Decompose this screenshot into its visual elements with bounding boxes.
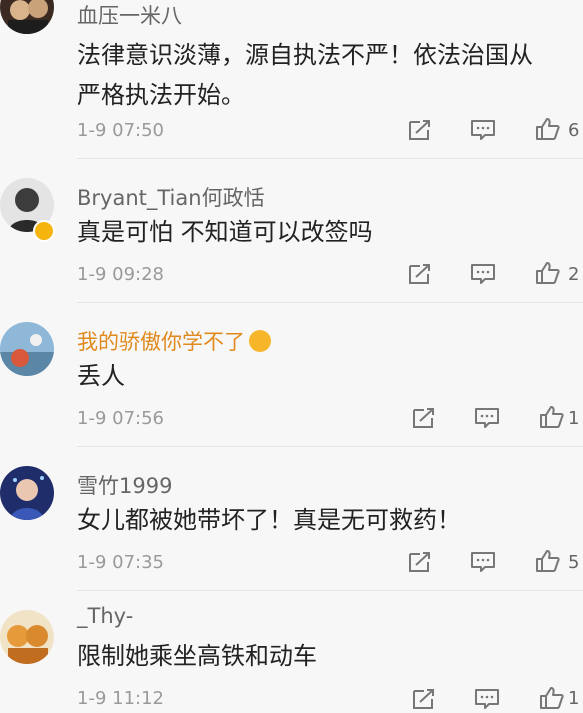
- comment-time: 1-9 07:35: [77, 552, 164, 573]
- share-icon[interactable]: [410, 687, 436, 711]
- comment-icon[interactable]: [470, 550, 496, 574]
- comment-username[interactable]: 我的骄傲你学不了: [77, 326, 271, 356]
- comment-text-line: 严格执法开始。: [77, 81, 245, 109]
- avatar[interactable]: [0, 466, 54, 520]
- like-count: 2: [568, 264, 580, 285]
- comment-username[interactable]: 雪竹1999: [77, 470, 172, 500]
- comment-icon[interactable]: [474, 406, 500, 430]
- share-icon[interactable]: [406, 550, 432, 574]
- comment-icon[interactable]: [474, 687, 500, 711]
- divider: [77, 158, 583, 159]
- emoji-face-icon: [249, 330, 271, 352]
- comment-text-line: 法律意识淡薄，源自执法不严！依法治国从: [77, 41, 533, 69]
- avatar[interactable]: [0, 322, 54, 376]
- divider: [77, 302, 583, 303]
- share-icon[interactable]: [406, 262, 432, 286]
- comment-username[interactable]: 血压一米八: [77, 0, 182, 30]
- thumbs-up-icon[interactable]: [539, 686, 565, 710]
- comment-text-line: 限制她乘坐高铁和动车: [77, 642, 317, 670]
- comment-text: 女儿都被她带坏了！真是无可救药！: [77, 500, 577, 540]
- avatar[interactable]: [0, 610, 54, 664]
- divider: [77, 590, 583, 591]
- comment-text-line: 真是可怕 不知道可以改签吗: [77, 218, 373, 246]
- comment-username-text: 我的骄傲你学不了: [77, 330, 245, 354]
- like-count: 1: [568, 408, 580, 429]
- comment-text-line: 丢人: [77, 362, 125, 390]
- comment-username[interactable]: Bryant_Tian何政恬: [77, 182, 265, 212]
- comment-text: 限制她乘坐高铁和动车: [77, 636, 577, 676]
- divider: [77, 446, 583, 447]
- comment-time: 1-9 07:56: [77, 408, 164, 429]
- comment-text: 法律意识淡薄，源自执法不严！依法治国从 严格执法开始。: [77, 35, 577, 115]
- thumbs-up-icon[interactable]: [539, 405, 565, 429]
- avatar[interactable]: [0, 0, 54, 34]
- comment-text: 丢人: [77, 356, 577, 396]
- share-icon[interactable]: [410, 406, 436, 430]
- like-count: 5: [568, 552, 580, 573]
- verified-badge-icon: [33, 220, 55, 242]
- comment-time: 1-9 11:12: [77, 688, 164, 709]
- comment-icon[interactable]: [470, 262, 496, 286]
- comment-username[interactable]: _Thy-: [77, 604, 133, 628]
- comment-text: 真是可怕 不知道可以改签吗: [77, 212, 577, 252]
- share-icon[interactable]: [406, 118, 432, 142]
- comment-time: 1-9 09:28: [77, 264, 164, 285]
- comment-icon[interactable]: [470, 118, 496, 142]
- thumbs-up-icon[interactable]: [535, 261, 561, 285]
- thumbs-up-icon[interactable]: [535, 117, 561, 141]
- comment-text-line: 女儿都被她带坏了！真是无可救药！: [77, 506, 461, 534]
- thumbs-up-icon[interactable]: [535, 549, 561, 573]
- like-count: 6: [568, 120, 580, 141]
- comment-time: 1-9 07:50: [77, 120, 164, 141]
- like-count: 1: [568, 688, 580, 709]
